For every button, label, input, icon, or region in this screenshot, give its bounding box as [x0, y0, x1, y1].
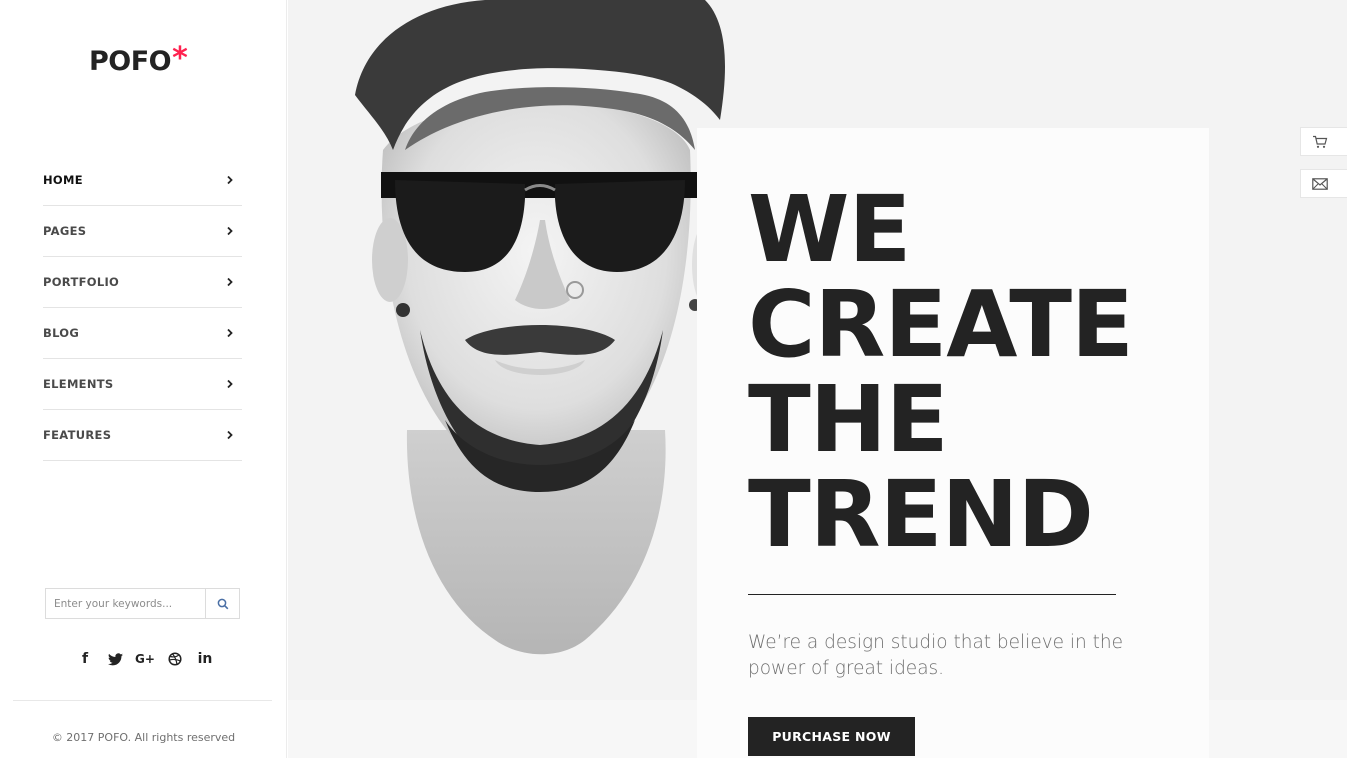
- headline-line: THE: [748, 366, 949, 473]
- sidebar-divider: [13, 700, 272, 701]
- dribbble-glyph: [168, 652, 182, 666]
- nav-item-label: PAGES: [43, 224, 87, 238]
- search-input[interactable]: [46, 589, 206, 618]
- chevron-right-icon: [227, 277, 233, 287]
- nav-item-label: HOME: [43, 173, 83, 187]
- headline-line: WE: [748, 176, 911, 283]
- hero-portrait-image: [355, 0, 728, 655]
- search-box: [45, 588, 240, 619]
- hero-tagline: We’re a design studio that believe in th…: [748, 632, 1124, 679]
- main-nav: HOME PAGES PORTFOLIO BLOG ELEMENTS FEATU…: [43, 155, 242, 461]
- nav-item-label: BLOG: [43, 326, 80, 340]
- nav-item-portfolio[interactable]: PORTFOLIO: [43, 257, 242, 308]
- linkedin-icon[interactable]: in: [190, 648, 220, 670]
- logo[interactable]: POFO *: [89, 44, 188, 80]
- mail-icon: [1312, 177, 1328, 190]
- cart-tab[interactable]: [1300, 127, 1347, 156]
- chevron-right-icon: [227, 328, 233, 338]
- nav-item-pages[interactable]: PAGES: [43, 206, 242, 257]
- logo-asterisk: *: [172, 41, 188, 76]
- nav-item-features[interactable]: FEATURES: [43, 410, 242, 461]
- nav-item-label: PORTFOLIO: [43, 275, 120, 289]
- nav-item-label: ELEMENTS: [43, 377, 114, 391]
- twitter-glyph: [107, 652, 123, 665]
- headline-line: CREATE: [748, 271, 1134, 378]
- chevron-right-icon: [227, 379, 233, 389]
- purchase-now-button[interactable]: PURCHASE NOW: [748, 717, 915, 756]
- search-button[interactable]: [205, 589, 239, 618]
- nav-item-blog[interactable]: BLOG: [43, 308, 242, 359]
- chevron-right-icon: [227, 226, 233, 236]
- facebook-icon[interactable]: f: [70, 648, 100, 670]
- nav-item-home[interactable]: HOME: [43, 155, 242, 206]
- twitter-icon[interactable]: [100, 648, 130, 670]
- logo-text: POFO: [89, 46, 172, 77]
- hero-headline: WE CREATE THE TREND: [748, 182, 1188, 562]
- dribbble-icon[interactable]: [160, 648, 190, 670]
- headline-divider: [748, 594, 1116, 595]
- copyright-text: © 2017 POFO. All rights reserved: [51, 731, 236, 744]
- headline-line: TREND: [748, 461, 1094, 568]
- search-icon: [217, 598, 228, 609]
- sidebar: POFO * HOME PAGES PORTFOLIO BLOG ELEMENT…: [0, 0, 287, 758]
- cart-icon: [1313, 135, 1328, 148]
- google-plus-icon[interactable]: G+: [130, 648, 160, 670]
- nav-item-elements[interactable]: ELEMENTS: [43, 359, 242, 410]
- nav-item-label: FEATURES: [43, 428, 112, 442]
- mail-tab[interactable]: [1300, 169, 1347, 198]
- chevron-right-icon: [227, 430, 233, 440]
- social-links: f G+ in: [70, 648, 220, 670]
- chevron-right-icon: [227, 175, 233, 185]
